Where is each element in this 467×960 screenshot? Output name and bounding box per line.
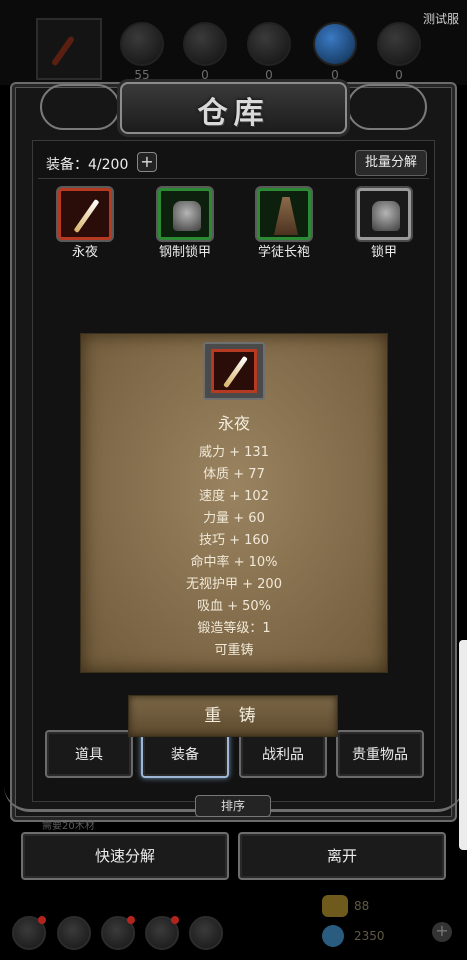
item-detail-name: 永夜 [217, 414, 250, 433]
item-slot-yongye[interactable]: 永夜 [45, 188, 125, 260]
divider [38, 178, 429, 179]
side-panel-handle[interactable] [459, 640, 467, 850]
crystal-count: 0 [331, 68, 339, 82]
menu-icon-5[interactable] [189, 916, 223, 950]
item-label: 永夜 [71, 245, 98, 260]
stat-line: 无视护甲 + 200 [186, 577, 282, 592]
test-server-tag: 测试服 [422, 12, 459, 26]
item-frame [357, 188, 411, 240]
item-slot-steel-chainmail[interactable]: 钢制锁甲 [145, 188, 225, 260]
right-ornament-icon [347, 84, 427, 130]
tab-loot[interactable]: 战利品 [239, 730, 327, 778]
quick-dismantle-button[interactable]: 快速分解 [21, 832, 229, 880]
add-capacity-button[interactable]: + [137, 152, 157, 172]
leather-count: 0 [201, 68, 209, 82]
reforge-button[interactable]: 重 铸 [128, 695, 338, 737]
tab-valuables[interactable]: 贵重物品 [336, 730, 424, 778]
left-ornament-icon [40, 84, 120, 130]
cloth-count: 0 [265, 68, 273, 82]
item-frame [158, 188, 212, 240]
wood-requirement: 需要20木材 [42, 821, 95, 832]
dagger-icon [73, 199, 100, 233]
item-frame [257, 188, 311, 240]
stat-line: 力量 + 60 [203, 511, 265, 526]
stat-line: 吸血 + 50% [196, 599, 272, 614]
item-slot-apprentice-robe[interactable]: 学徒长袍 [244, 188, 324, 260]
leather-resource-icon[interactable] [183, 22, 227, 66]
item-label: 学徒长袍 [257, 245, 310, 260]
crystal-resource-icon[interactable] [313, 22, 357, 66]
staff-icon [50, 35, 76, 67]
menu-icon-2[interactable] [57, 916, 91, 950]
stat-line: 速度 + 102 [199, 489, 269, 504]
weapon-slot[interactable] [36, 18, 102, 80]
stat-line: 可重铸 [214, 643, 254, 658]
gem-display: 2350 [322, 924, 422, 948]
wood-resource-icon[interactable] [120, 22, 164, 66]
item-frame [58, 188, 112, 240]
item-label: 锁甲 [370, 245, 397, 260]
sort-button[interactable]: 排序 [195, 795, 271, 817]
chainmail-icon [372, 201, 400, 231]
chainmail-icon [173, 201, 201, 231]
notification-dot [127, 916, 135, 924]
robe-icon [274, 197, 298, 235]
gold-value: 88 [354, 899, 370, 913]
tab-items[interactable]: 道具 [45, 730, 133, 778]
menu-icon-3[interactable] [101, 916, 135, 950]
item-detail-icon [203, 342, 265, 400]
gold-icon [322, 895, 348, 917]
item-slot-chainmail[interactable]: 锁甲 [344, 188, 424, 260]
ore-resource-icon[interactable] [377, 22, 421, 66]
page-title: 仓库 [197, 96, 270, 131]
gold-display: 88 [322, 894, 422, 918]
menu-icon-4[interactable] [145, 916, 179, 950]
stat-line: 威力 + 131 [199, 445, 269, 460]
tab-equipment[interactable]: 装备 [141, 730, 229, 778]
notification-dot [38, 916, 46, 924]
dagger-icon [223, 355, 248, 389]
gem-value: 2350 [354, 929, 385, 943]
equip-count: 装备：4/200 [46, 157, 129, 173]
stat-line: 技巧 + 160 [199, 533, 269, 548]
stat-line: 命中率 + 10% [190, 555, 278, 570]
ore-count: 0 [395, 68, 403, 82]
stat-line: 锻造等级：1 [197, 621, 271, 636]
add-currency-button[interactable]: + [432, 922, 452, 942]
item-label: 钢制锁甲 [158, 245, 211, 260]
notification-dot [171, 916, 179, 924]
wood-count: 55 [134, 68, 150, 82]
menu-icon-1[interactable] [12, 916, 46, 950]
stat-line: 体质 + 77 [203, 467, 265, 482]
leave-button[interactable]: 离开 [238, 832, 446, 880]
gem-icon [322, 925, 344, 947]
batch-dismantle-button[interactable]: 批量分解 [355, 150, 427, 176]
